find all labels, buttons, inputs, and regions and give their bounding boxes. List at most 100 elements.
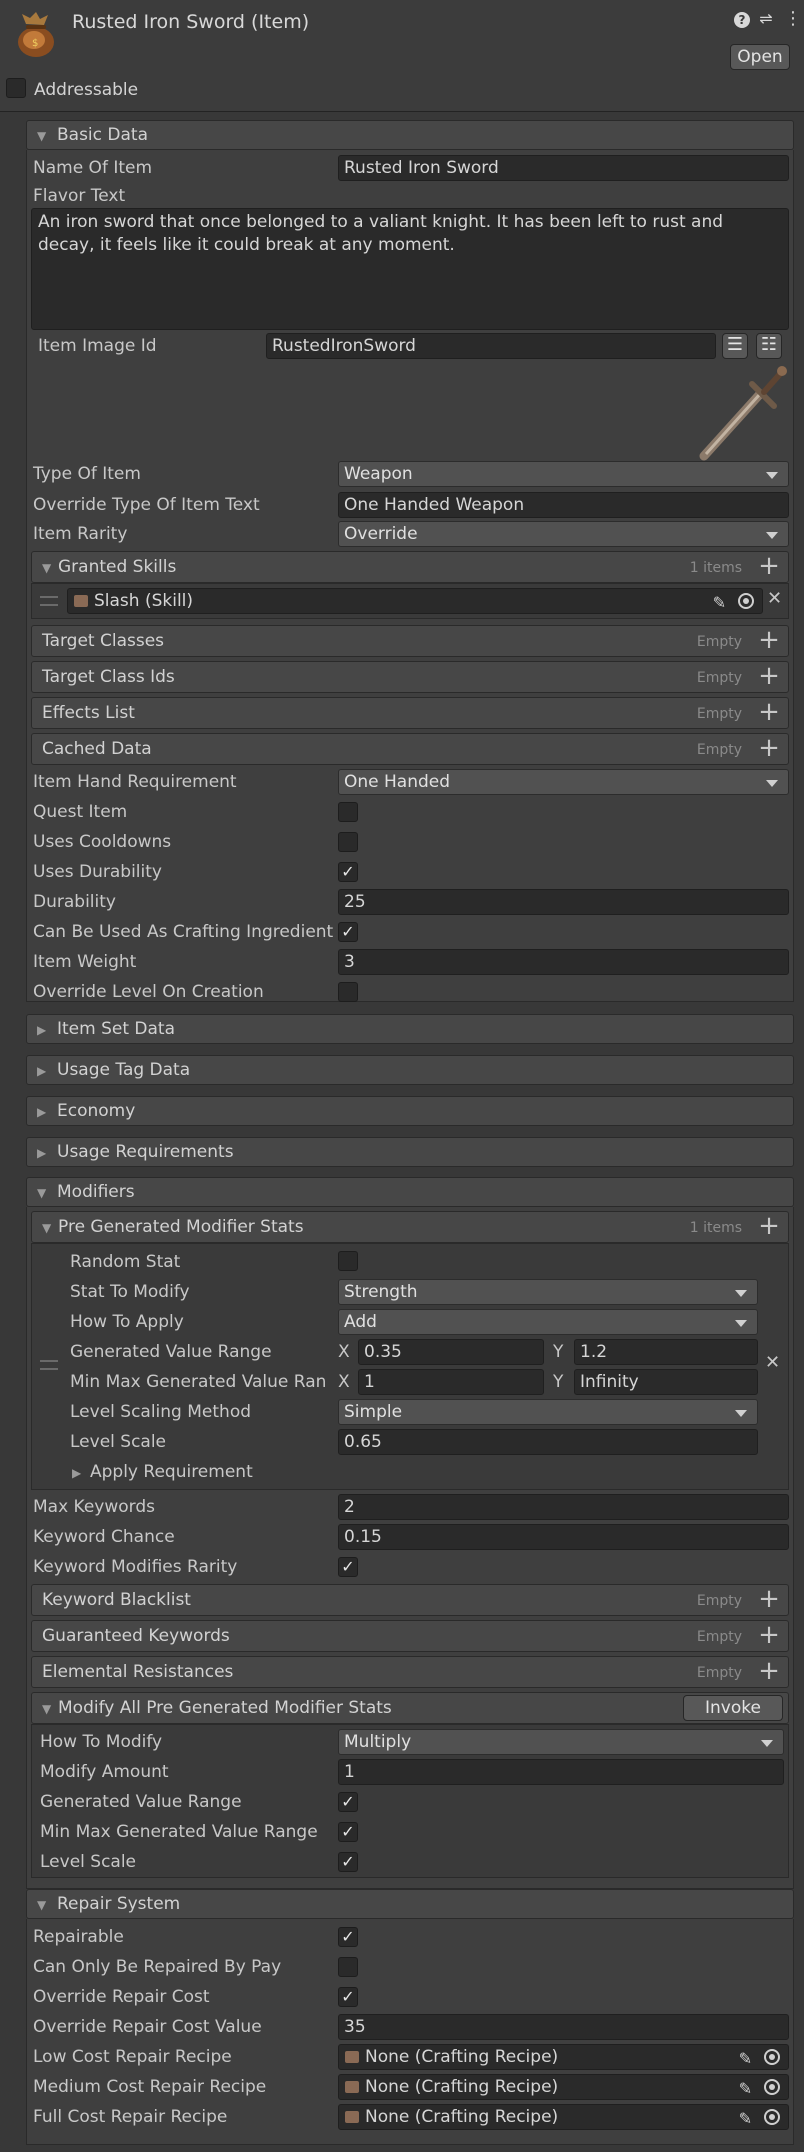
guaranteed-keywords-list-header[interactable]: Guaranteed Keywords Empty + [31, 1620, 789, 1652]
flavor-text-area[interactable]: An iron sword that once belonged to a va… [31, 208, 789, 330]
add-icon[interactable]: + [756, 1658, 782, 1685]
crafting-ingredient-checkbox[interactable]: ✓ [338, 922, 358, 942]
remove-icon[interactable]: ✕ [765, 1353, 780, 1373]
modify-amount-field[interactable]: 1 [338, 1759, 784, 1785]
uses-durability-checkbox[interactable]: ✓ [338, 862, 358, 882]
generated-range-y-field[interactable]: 1.2 [574, 1339, 758, 1365]
crafting-ingredient-label: Can Be Used As Crafting Ingredient [33, 922, 334, 942]
repair-by-pay-checkbox[interactable] [338, 1957, 358, 1977]
max-keywords-field[interactable]: 2 [338, 1494, 789, 1520]
usage-tag-data-foldout[interactable]: ▶ Usage Tag Data [26, 1055, 794, 1085]
add-icon[interactable]: + [756, 1213, 782, 1240]
medium-cost-recipe-field[interactable]: None (Crafting Recipe) ✎ [338, 2074, 789, 2100]
drag-handle-icon[interactable] [40, 1360, 58, 1370]
uses-cooldowns-checkbox[interactable] [338, 832, 358, 852]
target-classes-list-header[interactable]: Target Classes Empty + [31, 625, 789, 657]
mmgvr-checkbox[interactable]: ✓ [338, 1822, 358, 1842]
item-set-data-foldout[interactable]: ▶ Item Set Data [26, 1014, 794, 1044]
keyword-blacklist-list-header[interactable]: Keyword Blacklist Empty + [31, 1584, 789, 1616]
gvr-checkbox[interactable]: ✓ [338, 1792, 358, 1812]
generated-range-x-field[interactable]: 0.35 [358, 1339, 544, 1365]
low-cost-recipe-field[interactable]: None (Crafting Recipe) ✎ [338, 2044, 789, 2070]
type-of-item-dropdown[interactable]: Weapon [338, 461, 789, 487]
invoke-button[interactable]: Invoke [683, 1695, 783, 1721]
modifiers-foldout[interactable]: ▼ Modifiers [26, 1177, 794, 1207]
keyword-chance-label: Keyword Chance [33, 1527, 175, 1547]
durability-field[interactable]: 25 [338, 889, 789, 915]
granted-skills-list-header[interactable]: ▼ Granted Skills 1 items + [31, 551, 789, 583]
usage-requirements-foldout[interactable]: ▶ Usage Requirements [26, 1137, 794, 1167]
override-level-checkbox[interactable] [338, 982, 358, 1002]
item-rarity-label: Item Rarity [33, 524, 128, 544]
collapsed-arrow-icon: ▶ [37, 1105, 47, 1119]
name-of-item-field[interactable]: Rusted Iron Sword [338, 155, 789, 181]
add-icon[interactable]: + [756, 735, 782, 762]
object-picker-icon[interactable] [738, 593, 754, 609]
object-picker-icon[interactable] [764, 2049, 780, 2065]
full-cost-recipe-field[interactable]: None (Crafting Recipe) ✎ [338, 2104, 789, 2130]
expanded-arrow-icon: ▼ [37, 129, 47, 143]
open-button[interactable]: Open [730, 44, 790, 70]
keyword-chance-field[interactable]: 0.15 [338, 1524, 789, 1550]
apply-requirement-foldout[interactable]: Apply Requirement [90, 1462, 253, 1482]
override-type-field[interactable]: One Handed Weapon [338, 492, 789, 518]
add-icon[interactable]: + [756, 699, 782, 726]
add-icon[interactable]: + [756, 1622, 782, 1649]
remove-icon[interactable]: ✕ [767, 589, 782, 609]
cached-data-list-header[interactable]: Cached Data Empty + [31, 733, 789, 765]
stat-to-modify-dropdown[interactable]: Strength [338, 1279, 758, 1305]
economy-foldout[interactable]: ▶ Economy [26, 1096, 794, 1126]
help-icon[interactable]: ? [734, 12, 750, 28]
edit-pencil-icon[interactable]: ✎ [739, 2077, 752, 2101]
y-label: Y [553, 1372, 564, 1392]
more-icon[interactable]: ⋮ [784, 9, 802, 29]
min-max-y-field[interactable]: Infinity [574, 1369, 758, 1395]
object-picker-icon[interactable] [764, 2079, 780, 2095]
basic-data-foldout[interactable]: ▼ Basic Data [26, 120, 794, 150]
preset-icon[interactable]: ⇌ [757, 10, 775, 28]
granted-skill-slash-field[interactable]: Slash (Skill) ✎ [67, 588, 763, 614]
level-scale-label: Level Scale [70, 1432, 167, 1452]
list-icon[interactable]: ☰ [722, 333, 748, 359]
level-scale-checkbox[interactable]: ✓ [338, 1852, 358, 1872]
low-cost-recipe-label: Low Cost Repair Recipe [33, 2047, 232, 2067]
level-scaling-method-dropdown[interactable]: Simple [338, 1399, 758, 1425]
add-icon[interactable]: + [756, 1586, 782, 1613]
effects-list-header[interactable]: Effects List Empty + [31, 697, 789, 729]
override-repair-cost-checkbox[interactable]: ✓ [338, 1987, 358, 2007]
hand-requirement-dropdown[interactable]: One Handed [338, 769, 789, 795]
random-stat-checkbox[interactable] [338, 1251, 358, 1271]
add-icon[interactable]: + [756, 627, 782, 654]
how-to-apply-dropdown[interactable]: Add [338, 1309, 758, 1335]
min-max-x-field[interactable]: 1 [358, 1369, 544, 1395]
picker-icon[interactable]: ☷ [756, 333, 782, 359]
item-rarity-dropdown[interactable]: Override [338, 521, 789, 547]
target-class-ids-list-header[interactable]: Target Class Ids Empty + [31, 661, 789, 693]
collapsed-arrow-icon: ▶ [37, 1023, 47, 1037]
item-weight-field[interactable]: 3 [338, 949, 789, 975]
level-scale-field[interactable]: 0.65 [338, 1429, 758, 1455]
quest-item-checkbox[interactable] [338, 802, 358, 822]
edit-pencil-icon[interactable]: ✎ [739, 2107, 752, 2131]
durability-label: Durability [33, 892, 116, 912]
add-icon[interactable]: + [756, 663, 782, 690]
expanded-arrow-icon: ▼ [37, 1898, 47, 1912]
pre-generated-modifier-stats-header[interactable]: ▼ Pre Generated Modifier Stats 1 items + [31, 1211, 789, 1243]
how-to-modify-dropdown[interactable]: Multiply [338, 1729, 784, 1755]
modify-all-foldout[interactable]: ▼ Modify All Pre Generated Modifier Stat… [31, 1692, 789, 1724]
uses-durability-label: Uses Durability [33, 862, 162, 882]
add-icon[interactable]: + [756, 553, 782, 580]
edit-pencil-icon[interactable]: ✎ [739, 2047, 752, 2071]
collapsed-arrow-icon[interactable]: ▶ [72, 1463, 81, 1483]
addressable-checkbox[interactable] [6, 78, 26, 98]
drag-handle-icon[interactable] [40, 596, 58, 606]
keyword-rarity-checkbox[interactable]: ✓ [338, 1557, 358, 1577]
repairable-checkbox[interactable]: ✓ [338, 1927, 358, 1947]
modify-amount-label: Modify Amount [40, 1762, 169, 1782]
item-image-id-field[interactable]: RustedIronSword [266, 333, 716, 359]
object-picker-icon[interactable] [764, 2109, 780, 2125]
elemental-resistances-list-header[interactable]: Elemental Resistances Empty + [31, 1656, 789, 1688]
repair-system-foldout[interactable]: ▼ Repair System [26, 1889, 794, 1919]
override-repair-value-field[interactable]: 35 [338, 2014, 789, 2040]
edit-pencil-icon[interactable]: ✎ [713, 591, 726, 615]
